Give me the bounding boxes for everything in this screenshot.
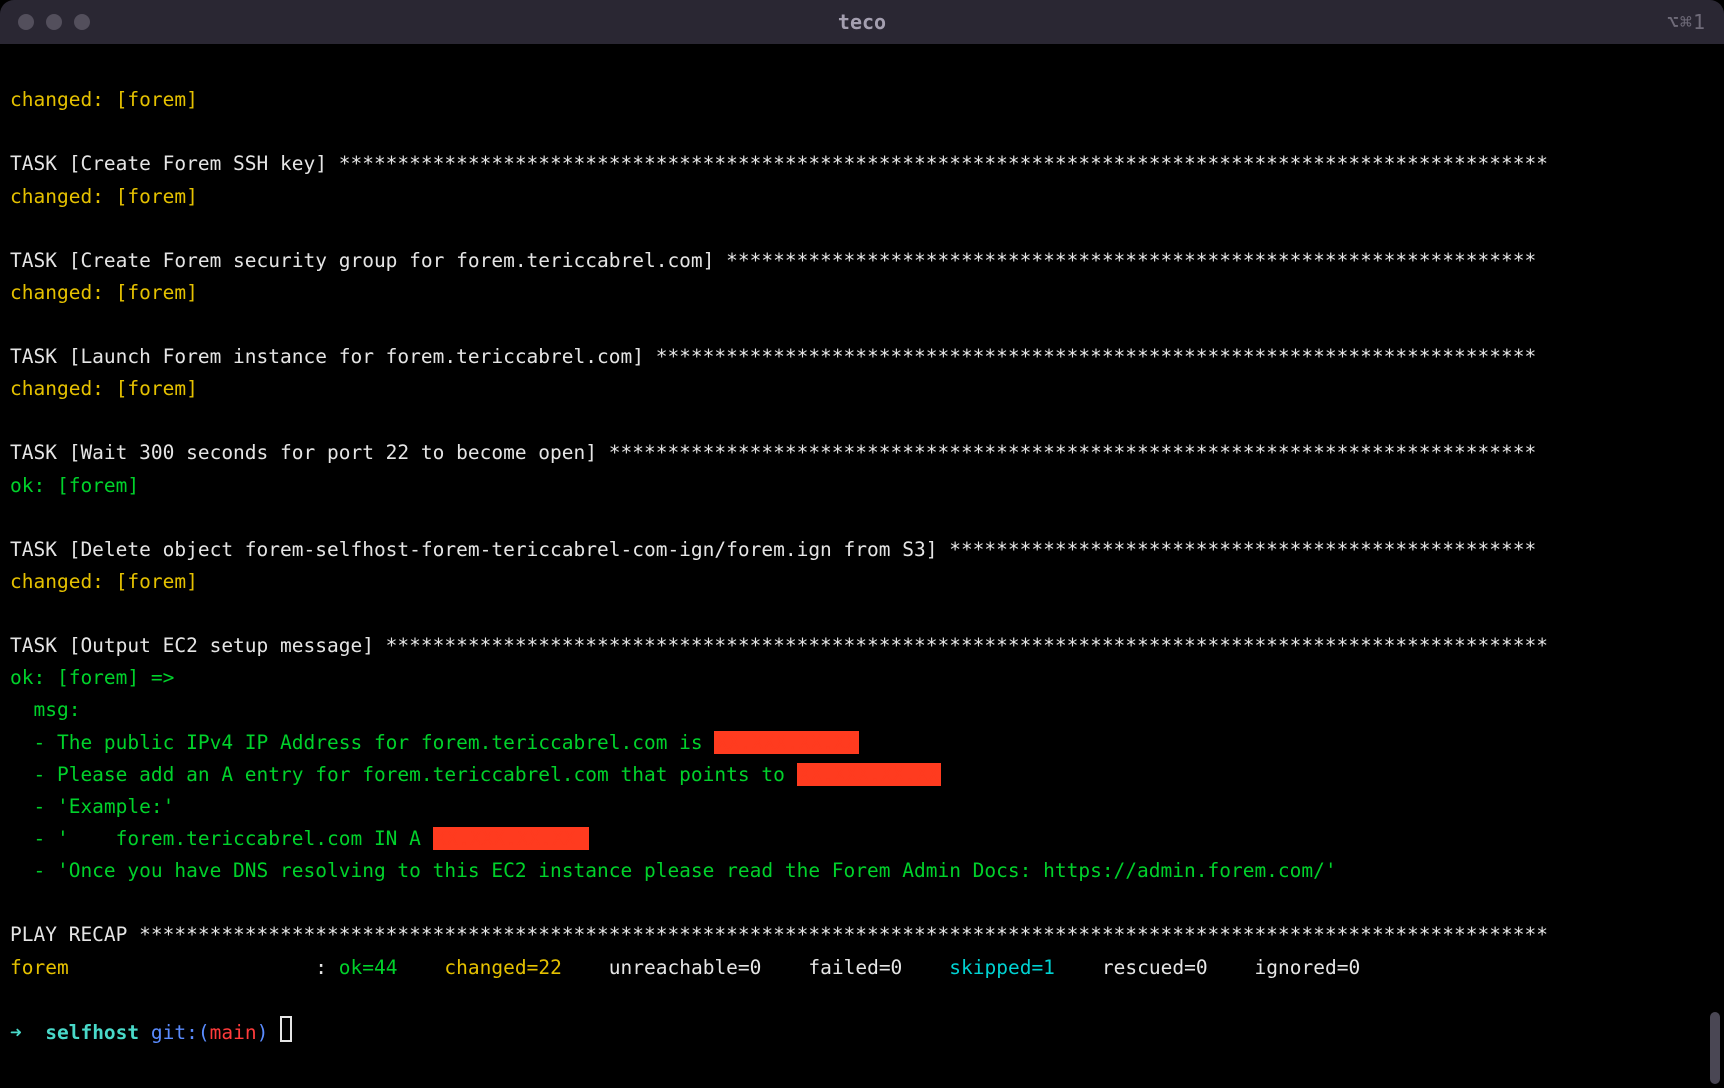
close-traffic-light[interactable] [18, 14, 34, 30]
ansible-msg-line: - ' forem.tericcabrel.com IN A XX.XXX.XX… [10, 827, 589, 850]
tab-shortcut-indicator: ⌥⌘1 [1667, 6, 1706, 39]
traffic-lights[interactable] [18, 14, 90, 30]
window-title: teco [0, 6, 1724, 39]
ansible-changed-line: changed: [forem] [10, 377, 198, 400]
ansible-task-header: TASK [Wait 300 seconds for port 22 to be… [10, 441, 1536, 464]
prompt-cwd: selfhost [45, 1021, 139, 1044]
ansible-ok-line: ok: [forem] => [10, 666, 174, 689]
ansible-task-header: TASK [Output EC2 setup message] ********… [10, 634, 1548, 657]
prompt-arrow-icon: ➜ [10, 1021, 22, 1044]
play-recap-header: PLAY RECAP *****************************… [10, 923, 1548, 946]
ansible-task-header: TASK [Create Forem security group for fo… [10, 249, 1536, 272]
terminal-cursor [280, 1016, 292, 1042]
shell-prompt[interactable]: ➜ selfhost git:(main) [10, 1021, 292, 1044]
ansible-ok-line: ok: [forem] [10, 474, 139, 497]
vertical-scrollbar[interactable] [1710, 1012, 1720, 1084]
redacted-ip: XX.XXX.XX.XX [714, 731, 859, 754]
terminal-viewport[interactable]: changed: [forem] TASK [Create Forem SSH … [0, 44, 1724, 1059]
prompt-git-label: git:( [151, 1021, 210, 1044]
ansible-changed-line: changed: [forem] [10, 570, 198, 593]
ansible-task-header: TASK [Create Forem SSH key] ************… [10, 152, 1548, 175]
ansible-msg-line: - Please add an A entry for forem.tericc… [10, 763, 941, 786]
ansible-task-header: TASK [Launch Forem instance for forem.te… [10, 345, 1536, 368]
window-titlebar: teco ⌥⌘1 [0, 0, 1724, 44]
ansible-msg-line: - The public IPv4 IP Address for forem.t… [10, 731, 859, 754]
zoom-traffic-light[interactable] [74, 14, 90, 30]
minimize-traffic-light[interactable] [46, 14, 62, 30]
play-recap-row: forem : ok=44 changed=22 unreachable=0 f… [10, 956, 1360, 979]
redacted-ip: XX.XXX.XX.XX' [433, 827, 590, 850]
ansible-msg-line: - 'Example:' [10, 795, 174, 818]
redacted-ip: XX.XXX.XX.XX [797, 763, 942, 786]
ansible-changed-line: changed: [forem] [10, 281, 198, 304]
prompt-git-close: ) [257, 1021, 269, 1044]
ansible-changed-line: changed: [forem] [10, 185, 198, 208]
ansible-task-header: TASK [Delete object forem-selfhost-forem… [10, 538, 1536, 561]
ansible-msg-label: msg: [10, 698, 80, 721]
ansible-msg-line: - 'Once you have DNS resolving to this E… [10, 859, 1337, 882]
ansible-changed-line: changed: [forem] [10, 88, 198, 111]
prompt-git-branch: main [210, 1021, 257, 1044]
